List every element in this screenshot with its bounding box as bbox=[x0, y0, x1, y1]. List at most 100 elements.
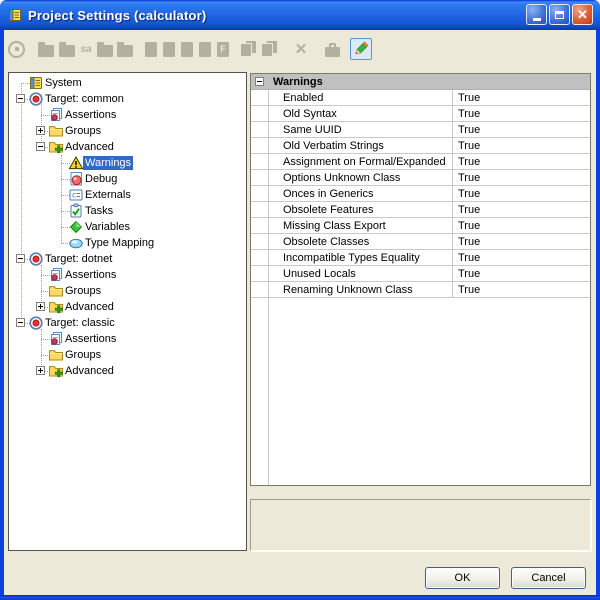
property-value[interactable]: True bbox=[452, 202, 480, 217]
tree-item[interactable]: Type Mapping bbox=[9, 235, 246, 251]
window-border-left bbox=[0, 30, 4, 600]
window-border-bottom bbox=[0, 595, 600, 600]
collapse-box-icon[interactable] bbox=[36, 142, 45, 151]
delete-x-icon[interactable]: ✕ bbox=[293, 41, 309, 57]
folder-move-icon[interactable] bbox=[117, 45, 133, 57]
document-icon[interactable] bbox=[145, 42, 157, 57]
tree-item-label: Tasks bbox=[83, 204, 115, 218]
expand-box-icon[interactable] bbox=[36, 302, 45, 311]
property-value[interactable]: True bbox=[452, 170, 480, 185]
tree-item[interactable]: Assertions bbox=[9, 107, 246, 123]
folder-icon[interactable] bbox=[38, 45, 54, 57]
document-icon[interactable] bbox=[181, 42, 193, 57]
tree-item-label: Advanced bbox=[63, 300, 116, 314]
property-value[interactable]: True bbox=[452, 90, 480, 105]
grid-row[interactable]: Incompatible Types Equality True bbox=[251, 250, 590, 266]
edit-pencil-icon[interactable] bbox=[350, 38, 372, 60]
tree-item-label: Target: classic bbox=[43, 316, 117, 330]
expand-box-icon[interactable] bbox=[36, 126, 45, 135]
ok-button[interactable]: OK bbox=[425, 567, 500, 589]
property-value[interactable]: True bbox=[452, 234, 480, 249]
property-name: Assignment on Formal/Expanded bbox=[283, 156, 446, 168]
system-icon bbox=[28, 75, 44, 91]
tree-item[interactable]: Groups bbox=[9, 283, 246, 299]
grid-row[interactable]: Unused Locals True bbox=[251, 266, 590, 282]
tree-item[interactable]: Advanced bbox=[9, 299, 246, 315]
grid-row[interactable]: Obsolete Features True bbox=[251, 202, 590, 218]
property-name: Options Unknown Class bbox=[283, 172, 400, 184]
grid-row[interactable]: Old Verbatim Strings True bbox=[251, 138, 590, 154]
property-value[interactable]: True bbox=[452, 154, 480, 169]
tree-item[interactable]: Target: dotnet bbox=[9, 251, 246, 267]
document-icon[interactable] bbox=[163, 42, 175, 57]
collapse-box-icon[interactable] bbox=[16, 254, 25, 263]
tree-item[interactable]: Groups bbox=[9, 347, 246, 363]
property-name: Obsolete Features bbox=[283, 204, 374, 216]
document-icon[interactable] bbox=[199, 42, 211, 57]
property-value[interactable]: True bbox=[452, 138, 480, 153]
grid-row[interactable]: Assignment on Formal/Expanded True bbox=[251, 154, 590, 170]
grid-row[interactable]: Enabled True bbox=[251, 90, 590, 106]
grid-row[interactable]: Onces in Generics True bbox=[251, 186, 590, 202]
property-value[interactable]: True bbox=[452, 106, 480, 121]
property-name: Renaming Unknown Class bbox=[283, 284, 413, 296]
property-value[interactable]: True bbox=[452, 122, 480, 137]
tree-item[interactable]: Groups bbox=[9, 123, 246, 139]
tree-item[interactable]: Warnings bbox=[9, 155, 246, 171]
folder-open-icon[interactable] bbox=[97, 45, 113, 57]
warning-icon bbox=[68, 155, 84, 171]
collapse-box-icon[interactable] bbox=[255, 77, 264, 86]
property-grid-header: Warnings bbox=[251, 74, 590, 90]
target-disc-icon[interactable] bbox=[8, 41, 25, 58]
grid-row[interactable]: Missing Class Export True bbox=[251, 218, 590, 234]
property-name: Obsolete Classes bbox=[283, 236, 369, 248]
tree-item[interactable]: Assertions bbox=[9, 267, 246, 283]
grid-row[interactable]: Options Unknown Class True bbox=[251, 170, 590, 186]
tree-item[interactable]: cExternals bbox=[9, 187, 246, 203]
tree-item[interactable]: System bbox=[9, 75, 246, 91]
import-briefcase-icon[interactable] bbox=[325, 47, 340, 57]
tree-item[interactable]: Debug bbox=[9, 171, 246, 187]
property-value[interactable]: True bbox=[452, 186, 480, 201]
property-value[interactable]: True bbox=[452, 250, 480, 265]
grid-row[interactable]: Obsolete Classes True bbox=[251, 234, 590, 250]
project-settings-window: Project Settings (calculator) ✕ sa F ✕ Sys… bbox=[0, 0, 600, 600]
grid-row[interactable]: Renaming Unknown Class True bbox=[251, 282, 590, 298]
document-f-icon[interactable]: F bbox=[217, 42, 229, 57]
tree-item-label: Advanced bbox=[63, 364, 116, 378]
property-value[interactable]: True bbox=[452, 282, 480, 297]
folder-new-icon[interactable] bbox=[59, 45, 75, 57]
tree-item-label: Debug bbox=[83, 172, 119, 186]
property-value[interactable]: True bbox=[452, 218, 480, 233]
grid-row[interactable]: Same UUID True bbox=[251, 122, 590, 138]
maximize-button[interactable] bbox=[549, 4, 570, 25]
app-icon bbox=[7, 7, 23, 23]
property-value[interactable]: True bbox=[452, 266, 480, 281]
tree-item[interactable]: Tasks bbox=[9, 203, 246, 219]
collapse-box-icon[interactable] bbox=[16, 318, 25, 327]
collapse-box-icon[interactable] bbox=[16, 94, 25, 103]
documents-pair-icon[interactable] bbox=[241, 41, 257, 57]
minimize-button[interactable] bbox=[526, 4, 547, 25]
cancel-button[interactable]: Cancel bbox=[511, 567, 586, 589]
expand-box-icon[interactable] bbox=[36, 366, 45, 375]
tree-item[interactable]: Variables bbox=[9, 219, 246, 235]
folder-icon bbox=[48, 283, 64, 299]
tree-item-label: Target: dotnet bbox=[43, 252, 114, 266]
tree-item[interactable]: Target: common bbox=[9, 91, 246, 107]
tree-item[interactable]: Assertions bbox=[9, 331, 246, 347]
folder-advanced-icon bbox=[48, 139, 64, 155]
grid-row[interactable]: Old Syntax True bbox=[251, 106, 590, 122]
tree-item[interactable]: Advanced bbox=[9, 363, 246, 379]
settings-tree: SystemTarget: commonAssertionsGroupsAdva… bbox=[8, 72, 247, 551]
close-button[interactable]: ✕ bbox=[572, 4, 593, 25]
tree-item[interactable]: Advanced bbox=[9, 139, 246, 155]
tree-item-label: Assertions bbox=[63, 268, 118, 282]
documents-pair-icon[interactable] bbox=[262, 41, 278, 57]
tree-item[interactable]: Target: classic bbox=[9, 315, 246, 331]
target-icon bbox=[28, 315, 44, 331]
window-title: Project Settings (calculator) bbox=[28, 8, 206, 23]
property-name: Enabled bbox=[283, 92, 323, 104]
save-as-icon[interactable]: sa bbox=[79, 41, 93, 57]
property-grid: Warnings Enabled True Old Syntax True Sa… bbox=[250, 73, 591, 486]
